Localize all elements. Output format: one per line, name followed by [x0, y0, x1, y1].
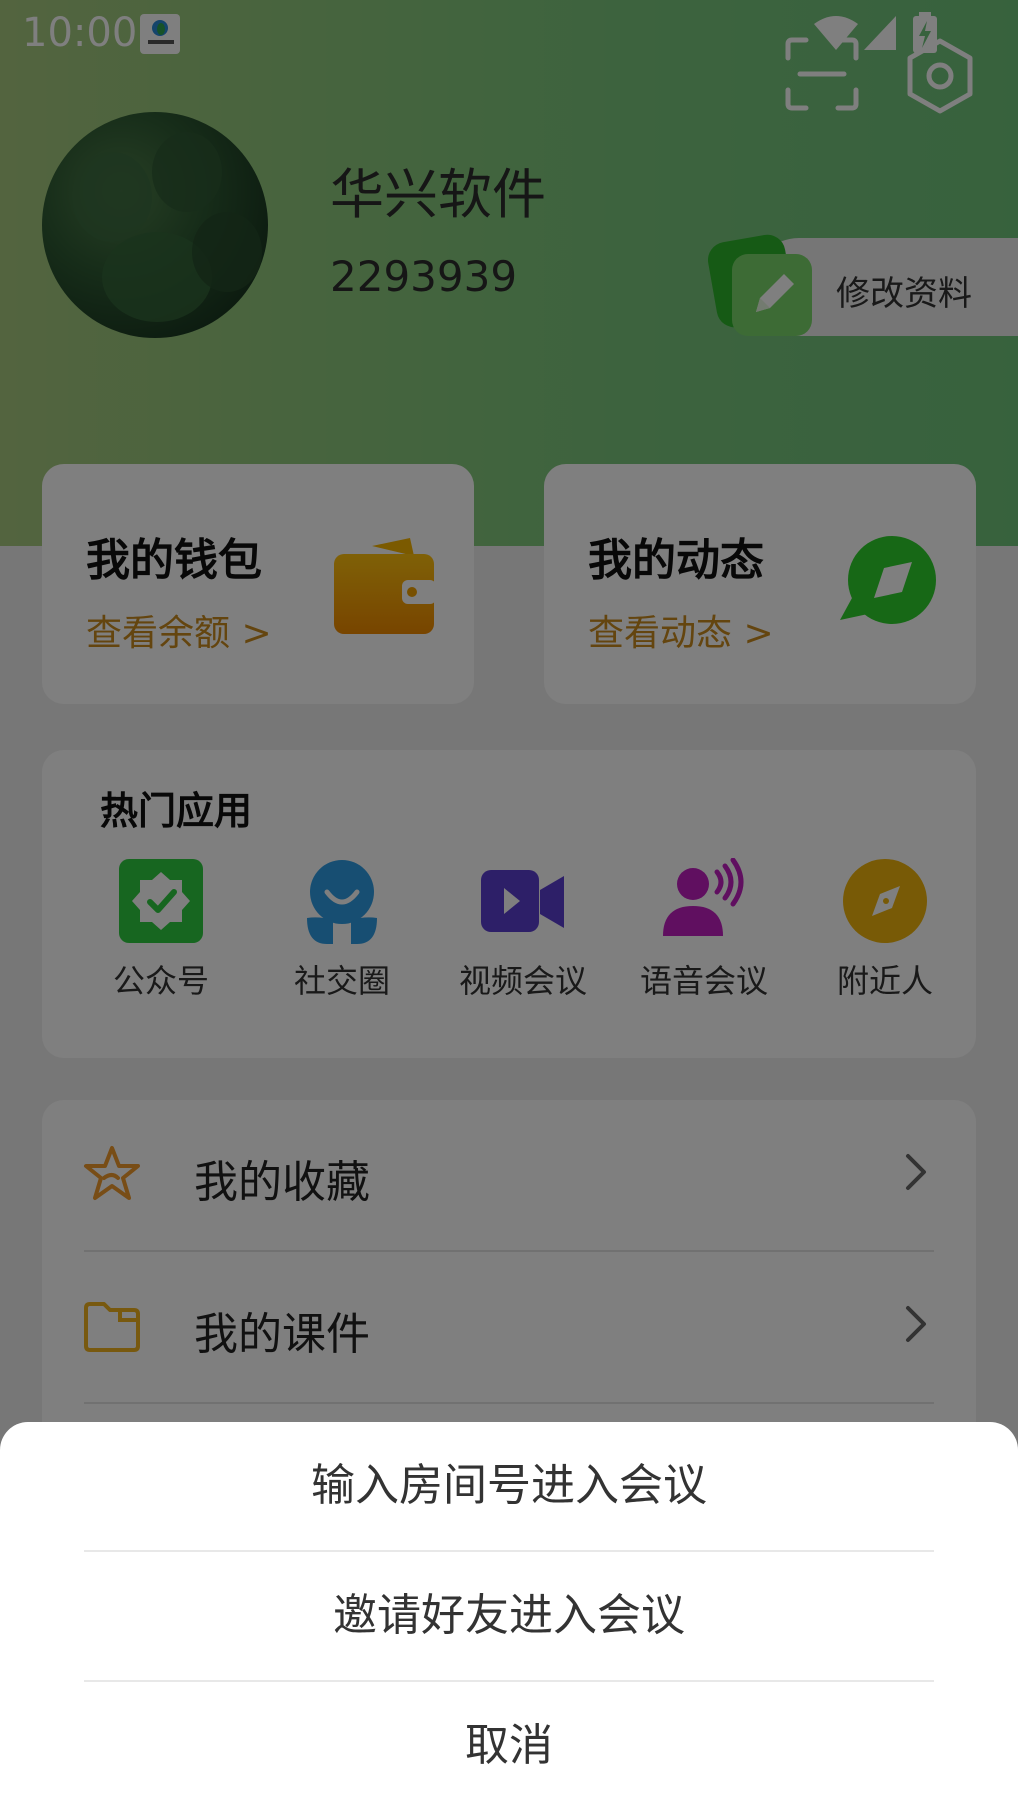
action-sheet: 输入房间号进入会议 邀请好友进入会议 取消 — [0, 1422, 1018, 1810]
cancel-button[interactable]: 取消 — [0, 1682, 1018, 1810]
invite-friends-option[interactable]: 邀请好友进入会议 — [0, 1552, 1018, 1680]
enter-room-number-option[interactable]: 输入房间号进入会议 — [0, 1422, 1018, 1550]
